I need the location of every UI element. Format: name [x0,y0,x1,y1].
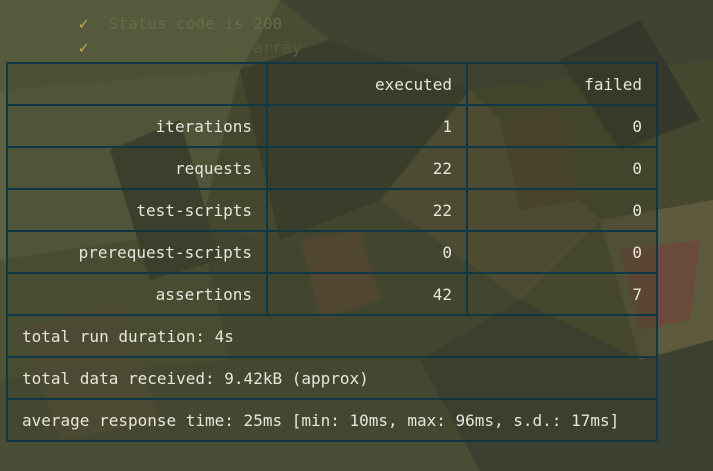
total-data-received: total data received: 9.42kB (approx) [6,356,658,400]
test-result-text: Status code is 200 [108,14,283,33]
table-row-iterations: iterations 1 0 [6,104,658,148]
table-row-prerequest-scripts: prerequest-scripts 0 0 [6,230,658,274]
header-executed: executed [266,62,468,106]
test-result-item: ✓ Status code is 200 [21,0,301,33]
row-executed: 0 [266,230,468,274]
summary-duration-row: total run duration: 4s [6,314,658,358]
header-failed: failed [466,62,658,106]
row-label: assertions [6,272,268,316]
run-summary-table: executed failed iterations 1 0 requests … [6,62,658,442]
terminal-output: ✓ Status code is 200 ✓ Response is an arra… [0,0,713,471]
table-row-requests: requests 22 0 [6,146,658,190]
test-result-text: Response is an array [108,38,302,57]
table-header-row: executed failed [6,62,658,106]
row-label: requests [6,146,268,190]
row-failed: 0 [466,104,658,148]
row-label: test-scripts [6,188,268,232]
test-results-list: ✓ Status code is 200 ✓ Response is an arra… [21,0,302,57]
row-failed: 0 [466,230,658,274]
total-run-duration: total run duration: 4s [6,314,658,358]
row-label: prerequest-scripts [6,230,268,274]
summary-response-row: average response time: 25ms [min: 10ms, … [6,398,658,442]
header-empty-cell [6,62,268,106]
row-executed: 22 [266,188,468,232]
average-response-time: average response time: 25ms [min: 10ms, … [6,398,658,442]
check-icon: ✓ [78,14,89,33]
row-failed: 0 [466,146,658,190]
row-executed: 42 [266,272,468,316]
row-executed: 22 [266,146,468,190]
row-label: iterations [6,104,268,148]
row-executed: 1 [266,104,468,148]
summary-data-row: total data received: 9.42kB (approx) [6,356,658,400]
check-icon: ✓ [78,38,89,57]
table-row-assertions: assertions 42 7 [6,272,658,316]
row-failed: 0 [466,188,658,232]
row-failed: 7 [466,272,658,316]
table-row-test-scripts: test-scripts 22 0 [6,188,658,232]
